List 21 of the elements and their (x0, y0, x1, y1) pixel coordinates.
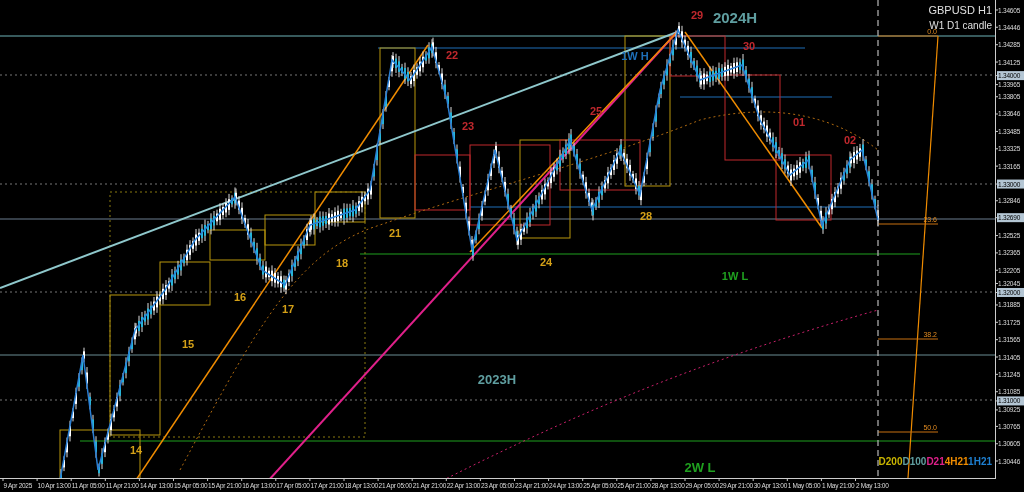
chart-label: 17 (281, 303, 295, 315)
chart-label: 01 (792, 116, 806, 128)
chart-label: 22 (445, 49, 459, 61)
chart-label: 24 (539, 256, 553, 268)
chart-label: 2023H (477, 372, 517, 387)
chart-label: 28 (639, 210, 653, 222)
chart-label: 1W H (621, 50, 649, 62)
chart-label: 02 (843, 134, 857, 146)
chart-label: 2W L (684, 460, 716, 475)
chart-label: 29 (690, 9, 704, 21)
chart-title: GBPUSD H1 (928, 4, 992, 16)
chart-label: 21 (388, 227, 402, 239)
chart-label: 14 (129, 444, 143, 456)
chart-label: 2024H (712, 9, 758, 26)
chart-label: 23 (461, 120, 475, 132)
chart-label: 1W L (721, 270, 749, 282)
chart-label: 16 (233, 291, 247, 303)
chart-label: 25 (589, 105, 603, 117)
chart-label: 30 (742, 40, 756, 52)
chart-label: 15 (181, 338, 195, 350)
chart-label: 18 (335, 257, 349, 269)
